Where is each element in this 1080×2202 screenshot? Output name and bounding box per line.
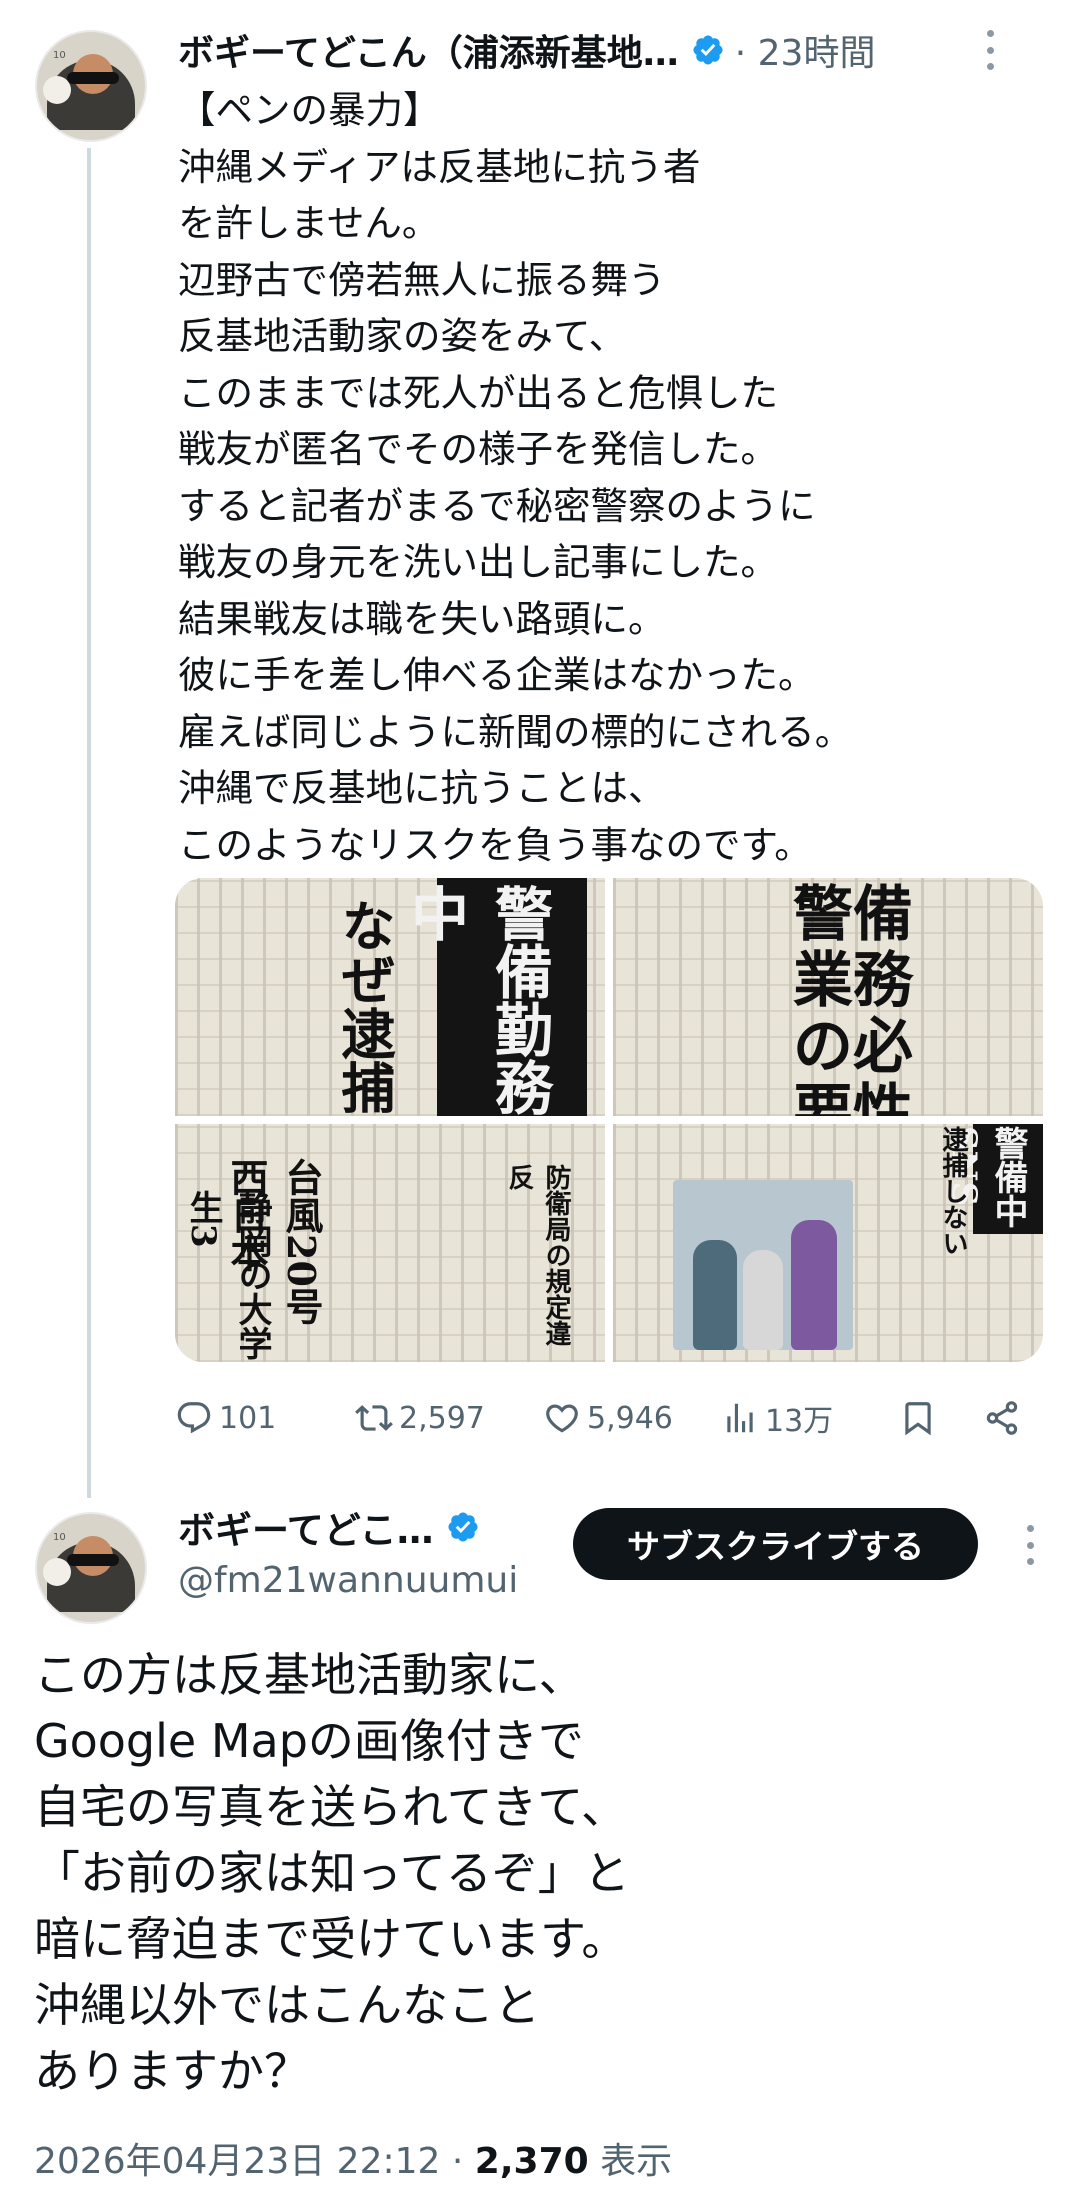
tweet-photo-2[interactable]: 警備業務の必要性 — [613, 878, 1043, 1116]
separator-dot: · — [451, 2141, 464, 2182]
tweet-time[interactable]: · 23時間 — [735, 24, 876, 76]
tweet-header: ボギーてどこん（浦添新基地… · 23時間 — [178, 24, 1038, 76]
views-label: 表示 — [600, 2141, 673, 2182]
display-name[interactable]: ボギーてどこん（浦添新基地… — [178, 24, 679, 76]
repost-count: 2,597 — [399, 1400, 485, 1436]
photo-headline: 警備業務の必要性 — [793, 880, 913, 1116]
tweet-photo-1[interactable]: 警備勤務中 なぜ逮捕 — [175, 878, 605, 1116]
tweet-photo-4[interactable]: 警備中SNS 逮捕しない — [613, 1124, 1043, 1362]
heart-icon — [546, 1404, 578, 1433]
views-count: 2,370 — [474, 2141, 589, 2182]
avatar[interactable]: 10 — [35, 1512, 147, 1624]
tweet-header: ボギーてどこ… @fm21wannuumui — [178, 1500, 518, 1601]
avatar[interactable]: 10 — [35, 30, 147, 142]
repost-button[interactable]: 2,597 — [355, 1388, 485, 1448]
reply-button[interactable]: 101 — [175, 1388, 276, 1448]
like-button[interactable]: 5,946 — [543, 1388, 673, 1448]
repost-icon — [355, 1405, 393, 1431]
more-options-icon[interactable] — [1026, 1525, 1034, 1565]
photo-people-image — [673, 1180, 853, 1350]
thread-connector-line — [87, 148, 91, 1498]
bookmark-button[interactable] — [899, 1388, 943, 1448]
share-button[interactable] — [983, 1388, 1027, 1448]
verified-badge-icon — [448, 1512, 478, 1542]
subscribe-button[interactable]: サブスクライブする — [573, 1508, 978, 1580]
photo-headline: 静岡の大学生3 — [183, 1190, 272, 1360]
tweet-timestamp-row: 2026年04月23日 22:12 · 2,370 表示 — [34, 2132, 672, 2184]
photo-headline: 防衛局の規定違反 — [504, 1164, 571, 1346]
user-handle[interactable]: @fm21wannuumui — [178, 1560, 518, 1601]
photo-headline: 逮捕しない — [938, 1126, 968, 1256]
tweet-photo-3[interactable]: 台風20号 西日本 静岡の大学生3 防衛局の規定違反 — [175, 1124, 605, 1362]
photo-headline: 警備勤務中 — [401, 884, 553, 1116]
like-count: 5,946 — [587, 1400, 673, 1436]
tweet-timestamp[interactable]: 2026年04月23日 22:12 — [34, 2141, 440, 2182]
tweet-photo-grid[interactable]: 警備勤務中 なぜ逮捕 警備業務の必要性 台風20号 西日本 静岡の大学生3 防衛… — [175, 878, 1043, 1362]
views-button[interactable]: 13万 — [721, 1388, 833, 1448]
reply-icon — [177, 1402, 211, 1434]
verified-badge-icon — [693, 35, 723, 65]
bookmark-icon — [905, 1402, 931, 1436]
more-options-icon[interactable] — [986, 30, 994, 70]
share-icon — [986, 1401, 1018, 1435]
tweet-body: この方は反基地活動家に、 Google Mapの画像付きで 自宅の写真を送られて… — [34, 1648, 630, 2098]
reply-count: 101 — [219, 1400, 277, 1436]
tweet-body: 【ペンの暴力】 沖縄メディアは反基地に抗う者 を許しません。 辺野古で傍若無人に… — [178, 88, 853, 867]
views-chart-icon — [727, 1403, 753, 1433]
views-count: 13万 — [765, 1404, 834, 1439]
tweet-action-bar: 101 2,597 5,946 13万 — [175, 1388, 1035, 1448]
display-name[interactable]: ボギーてどこ… — [178, 1500, 434, 1554]
photo-headline: なぜ逮捕 — [332, 898, 396, 1114]
